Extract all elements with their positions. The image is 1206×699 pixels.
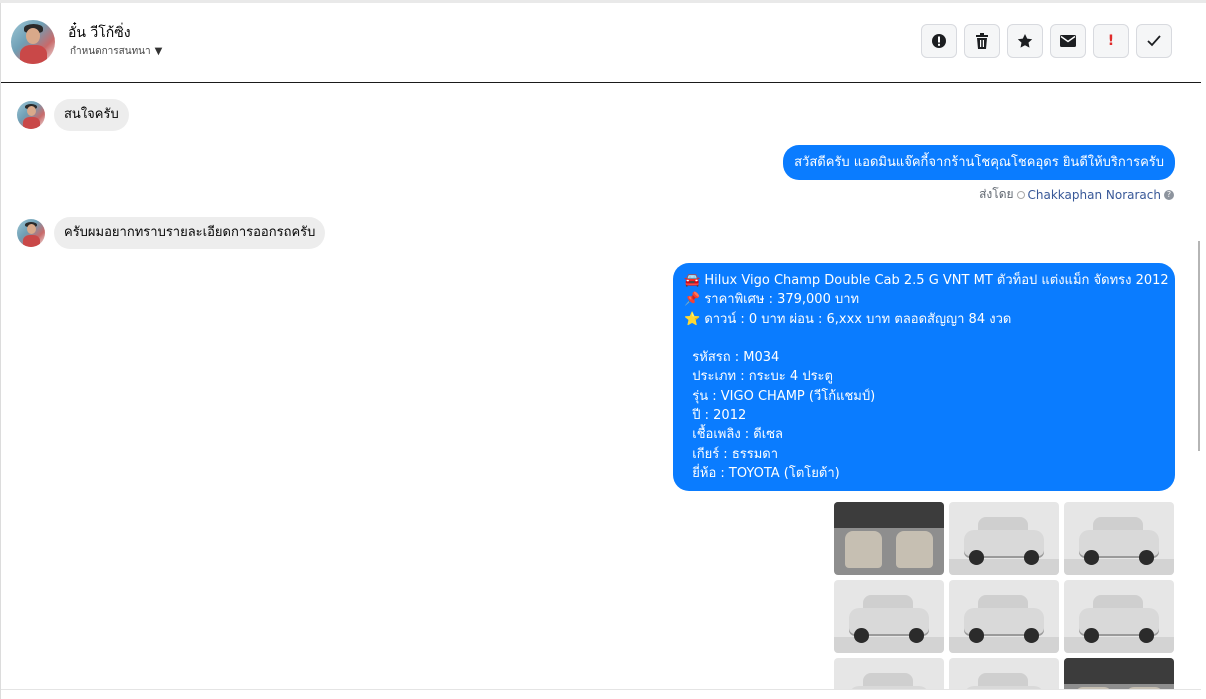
contact-avatar-small[interactable] [17, 219, 45, 247]
spam-button[interactable] [921, 24, 957, 58]
conversation-pane: อั๋น วีโก้ซิ่ง กำหนดการสนทนา ▼ ! สนใจครั… [0, 3, 1201, 699]
trash-icon [976, 33, 988, 49]
listing-type: ประเภท : กระบะ 4 ประตู [684, 369, 833, 385]
check-icon [1147, 35, 1161, 47]
listing-spacer [684, 329, 1164, 348]
photo-thumbnail[interactable] [834, 502, 944, 575]
listing-code: รหัสรถ : M034 [684, 350, 780, 366]
listing-gear: เกียร์ : ธรรมดา [684, 446, 779, 462]
listing-brand: ยี่ห้อ : TOYOTA (โตโยต้า) [684, 465, 840, 481]
listing-price: 📌 ราคาพิเศษ : 379,000 บาท [684, 292, 860, 308]
photo-thumbnail[interactable] [1064, 580, 1174, 653]
alert-circle-icon [932, 34, 946, 48]
delete-button[interactable] [964, 24, 1000, 58]
composer-divider [1, 689, 1201, 690]
envelope-icon [1060, 35, 1076, 47]
message-list: สนใจครับ สวัสดีครับ แอดมินแจ๊คกี้จากร้าน… [1, 83, 1201, 689]
done-button[interactable] [1136, 24, 1172, 58]
listing-title: 🚘 Hilux Vigo Champ Double Cab 2.5 G VNT … [684, 273, 1169, 288]
outgoing-message-bubble[interactable]: สวัสดีครับ แอดมินแจ๊คกี้จากร้านโชคุณโชคอ… [783, 145, 1175, 181]
listing-model: รุ่น : VIGO CHAMP (วีโก้แชมป์) [684, 388, 876, 404]
seen-icon [1016, 190, 1025, 199]
exclamation-icon: ! [1107, 33, 1115, 49]
caret-down-icon: ▼ [154, 46, 163, 57]
scrollbar-thumb[interactable] [1198, 241, 1200, 451]
photo-thumbnail[interactable] [834, 580, 944, 653]
sent-by-text: ส่งโดย [979, 187, 1014, 201]
photo-thumbnail[interactable] [949, 580, 1059, 653]
listing-fuel: เชื้อเพลิง : ดีเซล [684, 427, 783, 443]
photo-thumbnail[interactable] [949, 658, 1059, 689]
listing-message-bubble[interactable]: 🚘 Hilux Vigo Champ Double Cab 2.5 G VNT … [673, 263, 1175, 492]
incoming-message: ครับผมอยากทราบรายละเอียดการออกรถครับ [17, 217, 326, 249]
listing-financing: ⭐ ดาวน์ : 0 บาท ผ่อน : 6,xxx บาท ตลอดสัญ… [684, 311, 1012, 327]
contact-avatar-small[interactable] [17, 101, 45, 129]
photo-thumbnail[interactable] [1064, 502, 1174, 575]
photo-thumbnail[interactable] [834, 658, 944, 689]
sent-by-label: ส่งโดย Chakkaphan Norarach ? [979, 185, 1174, 204]
listing-year: ปี : 2012 [684, 408, 747, 424]
follow-up-button[interactable]: ! [1093, 24, 1129, 58]
contact-name[interactable]: อั๋น วีโก้ซิ่ง [68, 22, 131, 44]
agent-name-link[interactable]: Chakkaphan Norarach [1028, 188, 1161, 202]
photo-thumbnail[interactable] [949, 502, 1059, 575]
photo-grid [834, 502, 1174, 689]
mark-unread-button[interactable] [1050, 24, 1086, 58]
message-bubble[interactable]: ครับผมอยากทราบรายละเอียดการออกรถครับ [54, 217, 326, 249]
conversation-status-label: กำหนดการสนทนา [70, 46, 151, 57]
action-toolbar: ! [921, 24, 1172, 58]
conversation-header: อั๋น วีโก้ซิ่ง กำหนดการสนทนา ▼ ! [1, 3, 1201, 83]
help-icon[interactable]: ? [1164, 189, 1174, 200]
photo-thumbnail[interactable] [1064, 658, 1174, 689]
star-icon [1017, 34, 1033, 48]
star-button[interactable] [1007, 24, 1043, 58]
contact-avatar[interactable] [11, 20, 55, 64]
conversation-status-dropdown[interactable]: กำหนดการสนทนา ▼ [70, 44, 162, 59]
incoming-message: สนใจครับ [17, 99, 129, 131]
message-bubble[interactable]: สนใจครับ [54, 99, 129, 131]
